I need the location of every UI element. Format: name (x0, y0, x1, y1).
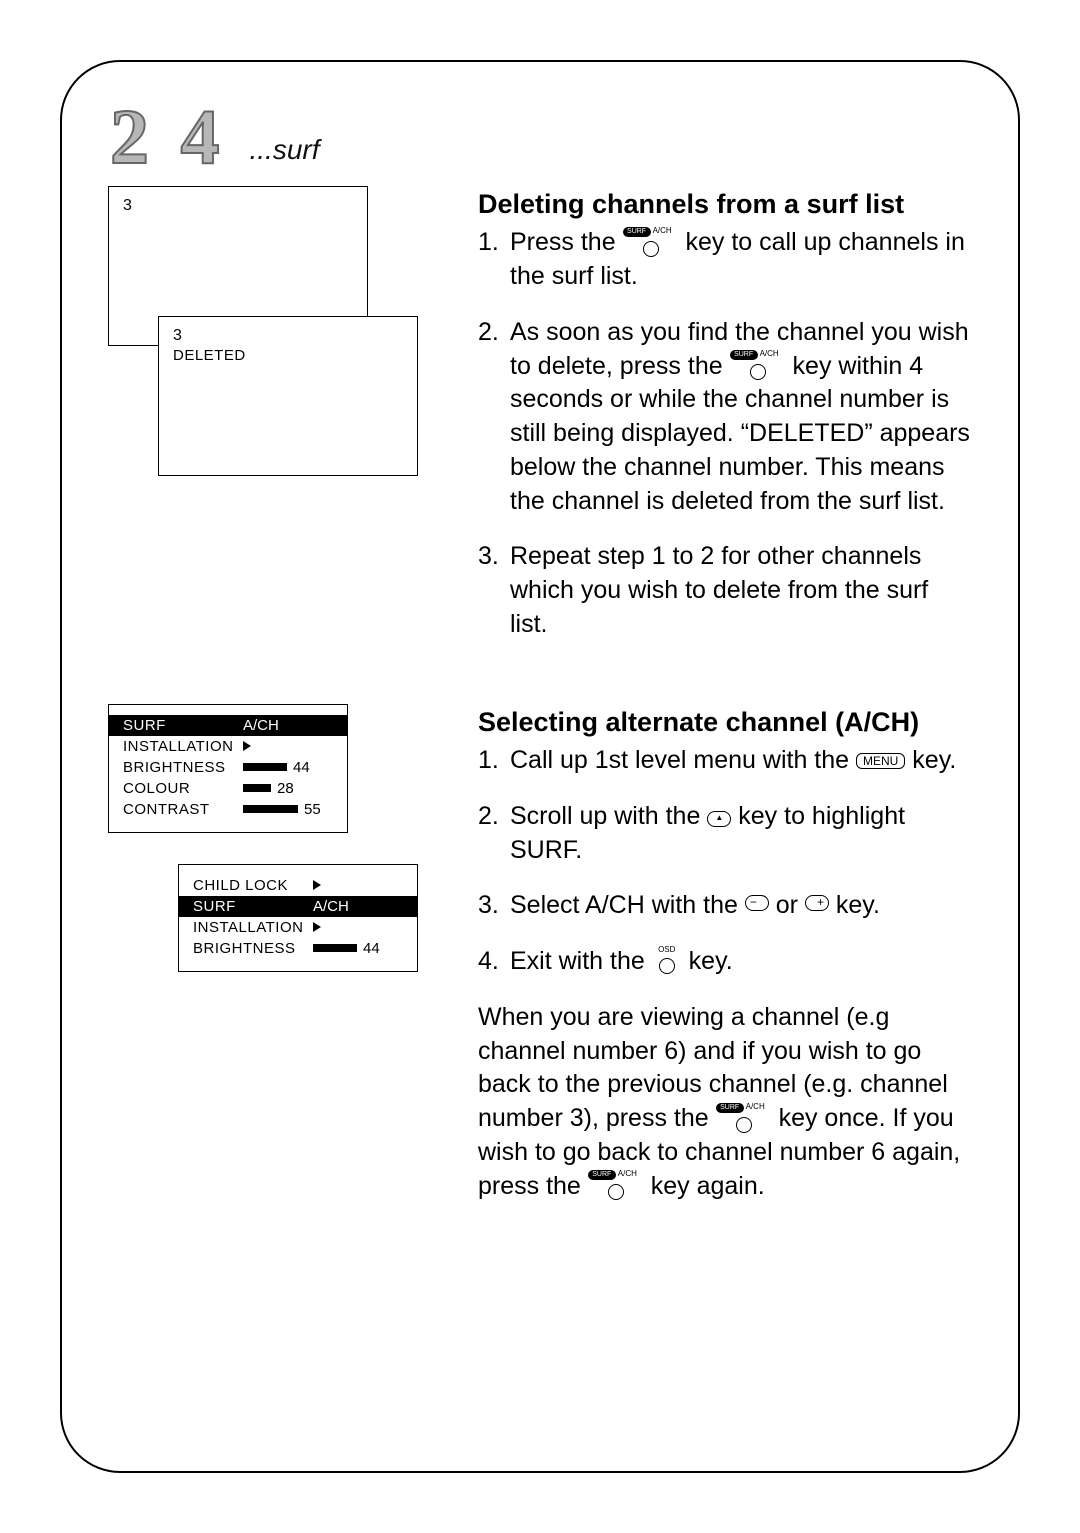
menu-row-label: INSTALLATION (193, 919, 313, 936)
step-number: 2. (478, 800, 510, 868)
menu-row-label: SURF (193, 898, 313, 915)
step-number: 1. (478, 226, 510, 294)
value-number: 44 (363, 940, 380, 957)
value-bar (243, 763, 287, 771)
menu-row-value: 44 (243, 759, 333, 776)
step-number: 3. (478, 540, 510, 641)
menu-row-value: 55 (243, 801, 333, 818)
value-bar (243, 805, 298, 813)
value-number: 28 (277, 780, 294, 797)
menu-row: CONTRAST 55 (123, 799, 333, 820)
menu-row-label: BRIGHTNESS (123, 759, 243, 776)
screen-after: 3 DELETED (158, 316, 418, 476)
surf-key-icon: SURFA/CH (716, 1107, 772, 1129)
section-delete: 3 3 DELETED Deleting channels from a sur… (98, 186, 982, 664)
page-number: 2 4 (110, 98, 226, 176)
value-bar (313, 944, 357, 952)
ach-paragraph: When you are viewing a channel (e.g chan… (478, 1001, 972, 1204)
left-key-icon (745, 895, 769, 911)
step-number: 2. (478, 316, 510, 519)
step-text: Scroll up with the (510, 802, 707, 830)
arrow-icon (243, 741, 251, 751)
menu-row-value: A/CH (243, 717, 333, 734)
arrow-icon (313, 880, 321, 890)
manual-page: 2 4 ...surf 3 3 DELETED Deleting channel… (60, 60, 1020, 1473)
menu-key-icon: MENU (856, 753, 905, 769)
menu-row: CHILD LOCK (193, 875, 403, 896)
page-subtitle: ...surf (250, 134, 320, 166)
heading-delete: Deleting channels from a surf list (478, 186, 972, 222)
menu-row: SURFA/CH (179, 896, 417, 917)
up-key-icon (707, 811, 731, 827)
menu-row-value (313, 880, 403, 890)
menu-row-label: BRIGHTNESS (193, 940, 313, 957)
step-text: Exit with the (510, 947, 652, 975)
section-ach: SURFA/CHINSTALLATIONBRIGHTNESS44COLOUR28… (98, 704, 982, 1204)
arrow-icon (313, 922, 321, 932)
menu-row: INSTALLATION (193, 917, 403, 938)
step-text: Call up 1st level menu with the (510, 746, 856, 774)
value-number: 44 (293, 759, 310, 776)
step-text: Repeat step 1 to 2 for other channels wh… (510, 540, 972, 641)
step-number: 4. (478, 945, 510, 979)
channel-number: 3 (173, 327, 403, 345)
page-header: 2 4 ...surf (110, 98, 982, 176)
illustration-delete: 3 3 DELETED (108, 186, 408, 476)
menu-screen-1: SURFA/CHINSTALLATIONBRIGHTNESS44COLOUR28… (108, 704, 348, 833)
menu-row: COLOUR 28 (123, 778, 333, 799)
menu-screen-2: CHILD LOCKSURFA/CHINSTALLATIONBRIGHTNESS… (178, 864, 418, 972)
menu-row: BRIGHTNESS 44 (193, 938, 403, 959)
illustration-menu: SURFA/CHINSTALLATIONBRIGHTNESS44COLOUR28… (108, 704, 428, 1004)
step-number: 1. (478, 744, 510, 778)
menu-row: SURFA/CH (109, 715, 347, 736)
menu-row: INSTALLATION (123, 736, 333, 757)
menu-row-label: SURF (123, 717, 243, 734)
surf-key-icon: SURFA/CH (730, 354, 786, 376)
menu-row-label: COLOUR (123, 780, 243, 797)
menu-row-label: CONTRAST (123, 801, 243, 818)
channel-number: 3 (123, 197, 353, 215)
step-text: key. (829, 891, 880, 919)
right-key-icon (805, 895, 829, 911)
step-number: 3. (478, 889, 510, 923)
menu-row-value (313, 922, 403, 932)
step-text: Press the (510, 228, 623, 256)
step-text: or (769, 891, 805, 919)
deleted-label: DELETED (173, 347, 403, 364)
menu-row-value (243, 741, 333, 751)
step-text: key. (682, 947, 733, 975)
osd-key-icon: OSD (652, 949, 682, 973)
menu-row: BRIGHTNESS 44 (123, 757, 333, 778)
surf-key-icon: SURFA/CH (588, 1174, 644, 1196)
menu-row-label: INSTALLATION (123, 738, 243, 755)
value-bar (243, 784, 271, 792)
menu-row-value: 28 (243, 780, 333, 797)
menu-row-label: CHILD LOCK (193, 877, 313, 894)
menu-row-value: 44 (313, 940, 403, 957)
surf-key-icon: SURFA/CH (623, 231, 679, 253)
step-text: Select A/CH with the (510, 891, 745, 919)
menu-row-value: A/CH (313, 898, 403, 915)
heading-ach: Selecting alternate channel (A/CH) (478, 704, 972, 740)
value-number: 55 (304, 801, 321, 818)
step-text: key. (905, 746, 956, 774)
